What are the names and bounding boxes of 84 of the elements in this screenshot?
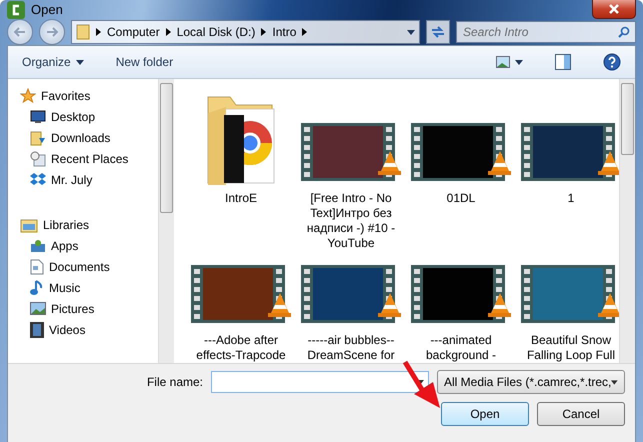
help-icon — [603, 53, 621, 71]
search-field[interactable]: Search Intro — [456, 21, 636, 43]
chevron-right-icon — [261, 28, 266, 36]
file-name-label: File name: — [146, 375, 203, 389]
star-icon — [20, 88, 36, 104]
file-item[interactable]: 1 — [516, 85, 619, 251]
folder-icon — [76, 24, 90, 40]
file-item[interactable]: 01DL — [406, 85, 516, 251]
cancel-button[interactable]: Cancel — [537, 402, 625, 426]
sidebar-item-label: Documents — [49, 260, 110, 274]
dropdown-arrow-icon — [76, 60, 84, 64]
sidebar-group[interactable]: Favorites — [20, 85, 158, 106]
file-item[interactable]: [Free Intro - No Text]Интро без надписи -) #10 - YouTube — [296, 85, 406, 251]
music-note-icon — [30, 280, 44, 296]
file-name: 01DL — [446, 191, 476, 206]
chevron-right-icon — [96, 28, 101, 36]
file-name: Beautiful Snow Falling Loop Full — [526, 333, 616, 363]
window-title: Open — [31, 2, 63, 17]
file-item[interactable]: ---Adobe after effects-Trapcode — [186, 257, 296, 363]
file-item[interactable]: ---animated background - — [406, 257, 516, 363]
file-name: ---Adobe after effects-Trapcode — [195, 333, 287, 363]
close-icon — [609, 4, 619, 14]
chevron-right-icon — [302, 28, 308, 36]
app-logo-icon — [7, 0, 25, 18]
file-name: [Free Intro - No Text]Интро без надписи -) #10 - YouTube — [306, 191, 396, 251]
sidebar-item[interactable]: Desktop — [20, 106, 158, 127]
refresh-button[interactable] — [426, 20, 450, 44]
sidebar-item[interactable]: Documents — [20, 256, 158, 277]
file-name-field[interactable] — [211, 371, 429, 393]
monitor-icon — [30, 110, 46, 124]
sidebar-item-label: Videos — [49, 322, 86, 336]
file-name: 1 — [566, 191, 576, 206]
close-button[interactable] — [592, 0, 636, 19]
sidebar-group-label: Libraries — [43, 218, 90, 232]
new-folder-button[interactable]: New folder — [112, 53, 178, 71]
folder-download-icon — [30, 130, 46, 146]
back-button[interactable] — [7, 19, 33, 45]
document-icon — [30, 258, 44, 274]
dropdown-arrow-icon — [515, 60, 523, 64]
sidebar-item-label: Pictures — [51, 302, 94, 316]
breadcrumb-item[interactable]: Intro — [272, 25, 296, 39]
file-name: -----air bubbles--DreamScene for — [306, 333, 396, 363]
organize-button[interactable]: Organize — [18, 53, 88, 71]
forward-button[interactable] — [39, 19, 65, 45]
annotation-arrow — [402, 360, 442, 410]
pane-icon — [555, 54, 571, 70]
search-icon — [618, 26, 630, 38]
sidebar-item[interactable]: Music — [20, 277, 158, 298]
file-item[interactable]: IntroE — [186, 85, 296, 251]
sidebar-item-label: Apps — [51, 238, 78, 252]
dropdown-arrow-icon — [407, 30, 415, 34]
library-folder-icon — [20, 216, 38, 232]
breadcrumb-item[interactable]: Local Disk (D:) — [176, 25, 256, 39]
file-item[interactable]: -----air bubbles--DreamScene for — [296, 257, 406, 363]
sidebar-item-label: Mr. July — [51, 172, 92, 186]
left-arrow-icon — [14, 27, 26, 37]
open-button[interactable]: Open — [441, 402, 529, 426]
sidebar-group-label: Favorites — [41, 88, 90, 102]
file-type-dropdown[interactable]: All Media Files (*.camrec,*.trec, — [437, 370, 625, 394]
sidebar-group[interactable]: Libraries — [20, 214, 158, 235]
sidebar-item-label: Music — [49, 280, 80, 294]
chevron-right-icon — [166, 28, 171, 36]
sidebar-item[interactable]: Videos — [20, 319, 158, 340]
sidebar-item[interactable]: Recent Places — [20, 148, 158, 169]
file-name: IntroE — [224, 191, 258, 206]
scrollbar[interactable] — [619, 79, 635, 363]
file-name: ---animated background - — [424, 333, 498, 363]
sidebar-item[interactable]: Apps — [20, 235, 158, 256]
picture-icon — [30, 302, 46, 315]
sidebar-item-label: Recent Places — [51, 152, 128, 166]
sidebar-item[interactable]: Downloads — [20, 127, 158, 148]
sidebar-item[interactable]: Pictures — [20, 298, 158, 319]
sidebar-item[interactable]: Mr. July — [20, 169, 158, 190]
right-arrow-icon — [46, 27, 58, 37]
address-bar[interactable]: Computer Local Disk (D:) Intro — [71, 20, 420, 44]
dropdown-arrow-icon — [611, 380, 618, 384]
sidebar-item-label: Desktop — [51, 110, 96, 124]
sidebar-item-label: Downloads — [51, 130, 110, 144]
file-item[interactable]: Beautiful Snow Falling Loop Full — [516, 257, 619, 363]
scrollbar[interactable] — [158, 79, 174, 363]
film-strip-icon — [30, 322, 44, 338]
breadcrumb-item[interactable]: Computer — [107, 25, 160, 39]
picture-icon — [496, 56, 510, 68]
refresh-icon — [430, 25, 446, 39]
